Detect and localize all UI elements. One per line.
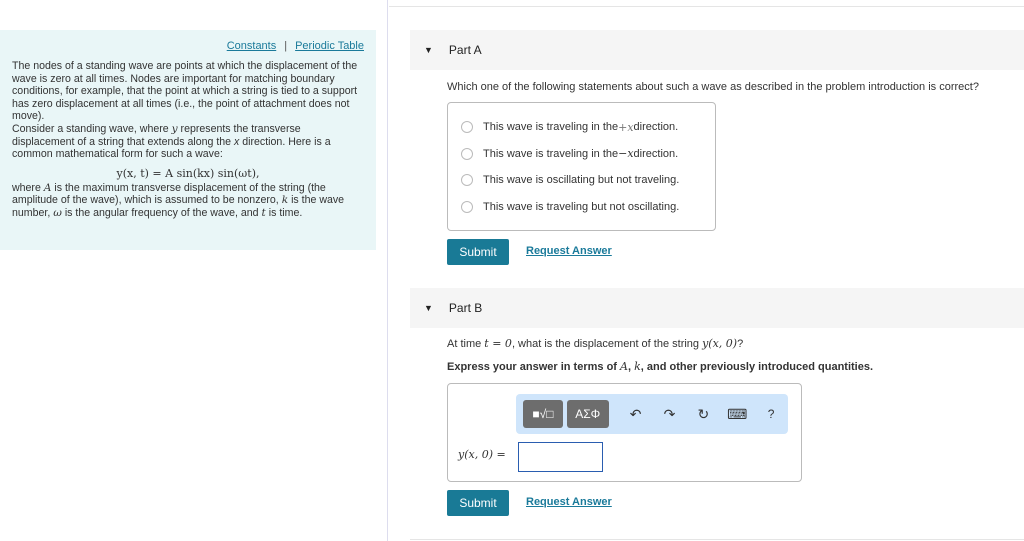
radio-button[interactable] bbox=[461, 174, 473, 187]
collapse-triangle-icon: ▼ bbox=[424, 303, 433, 313]
part-b-header[interactable]: ▼ Part B bbox=[410, 288, 1024, 328]
answer-options: This wave is traveling in the +x directi… bbox=[447, 102, 716, 231]
intro-paragraph-2: Consider a standing wave, where y repres… bbox=[12, 122, 331, 161]
answer-box: ■√□ ΑΣΦ ↶ ↷ ↻ ⌨ ? y(x, 0) = bbox=[447, 383, 802, 482]
intro-paragraph-1: The nodes of a standing wave are points … bbox=[12, 60, 358, 123]
collapse-triangle-icon: ▼ bbox=[424, 45, 433, 55]
part-a-header[interactable]: ▼ Part A bbox=[410, 30, 1024, 70]
option-traveling[interactable]: This wave is traveling but not oscillati… bbox=[461, 194, 715, 221]
option-plus-x[interactable]: This wave is traveling in the +x directi… bbox=[461, 114, 715, 141]
help-icon[interactable]: ? bbox=[754, 407, 788, 421]
part-b-submit-button[interactable]: Submit bbox=[447, 490, 509, 516]
radio-button[interactable] bbox=[461, 147, 473, 160]
intro-panel: Constants | Periodic Table The nodes of a … bbox=[0, 30, 376, 250]
keyboard-icon[interactable]: ⌨ bbox=[720, 406, 754, 423]
part-b-request-answer-link[interactable]: Request Answer bbox=[526, 496, 612, 508]
part-a-submit-button[interactable]: Submit bbox=[447, 239, 509, 265]
bottom-divider bbox=[410, 539, 1024, 540]
constants-link[interactable]: Constants bbox=[227, 40, 277, 52]
templates-button[interactable]: ■√□ bbox=[523, 400, 563, 428]
part-b-title: Part B bbox=[448, 301, 483, 315]
radio-button[interactable] bbox=[461, 121, 473, 134]
part-b-instructions: Express your answer in terms of A, k, an… bbox=[447, 360, 874, 373]
answer-input[interactable] bbox=[518, 442, 603, 472]
part-a-title: Part A bbox=[448, 43, 482, 57]
link-separator: | bbox=[284, 40, 288, 52]
radio-button[interactable] bbox=[461, 200, 473, 213]
intro-paragraph-3: where A is the maximum transverse displa… bbox=[12, 181, 345, 219]
reset-icon[interactable]: ↻ bbox=[686, 406, 720, 423]
part-b-question: At time t = 0, what is the displacement … bbox=[447, 337, 744, 350]
option-oscillating[interactable]: This wave is oscillating but not traveli… bbox=[461, 167, 715, 194]
wave-equation: y(x, t) = A sin(kx) sin(ωt), bbox=[116, 166, 260, 180]
top-divider bbox=[389, 6, 1024, 7]
option-minus-x[interactable]: This wave is traveling in the −x directi… bbox=[461, 141, 715, 168]
intro-text: The nodes of a standing wave are points … bbox=[12, 60, 364, 220]
part-a-request-answer-link[interactable]: Request Answer bbox=[526, 245, 612, 257]
math-toolbar: ■√□ ΑΣΦ ↶ ↷ ↻ ⌨ ? bbox=[516, 394, 788, 434]
redo-icon[interactable]: ↷ bbox=[653, 406, 687, 423]
answer-label: y(x, 0) = bbox=[458, 448, 506, 461]
resource-links: Constants | Periodic Table bbox=[12, 40, 364, 52]
part-a-question: Which one of the following statements ab… bbox=[447, 81, 979, 93]
undo-icon[interactable]: ↶ bbox=[619, 406, 653, 423]
periodic-table-link[interactable]: Periodic Table bbox=[295, 40, 364, 52]
greek-symbols-button[interactable]: ΑΣΦ bbox=[566, 400, 609, 428]
panel-divider bbox=[387, 0, 388, 541]
